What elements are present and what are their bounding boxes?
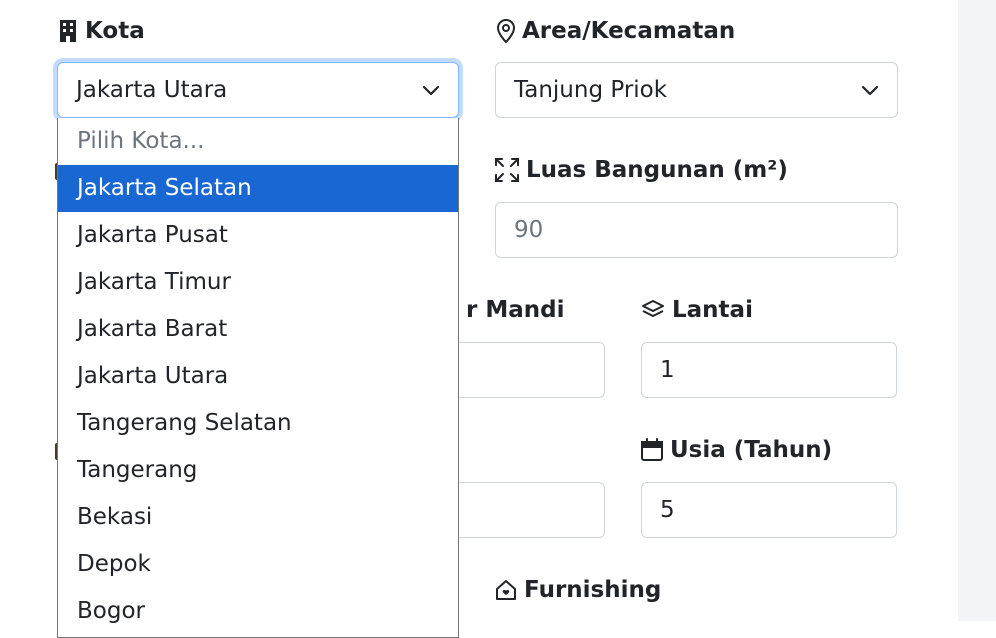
layers-icon [640,298,666,322]
chevron-down-icon [422,77,440,103]
kota-label: Kota [57,18,145,44]
area-select[interactable]: Tanjung Priok [495,62,898,118]
kamar-mandi-label: r Mandi [466,297,564,323]
kota-option[interactable]: Jakarta Pusat [58,212,458,259]
map-pin-icon [496,18,516,44]
lantai-value: 1 [660,357,675,383]
kota-option[interactable]: Tangerang [58,447,458,494]
usia-value: 5 [660,497,675,523]
expand-icon [494,157,520,183]
kota-option[interactable]: Bekasi [58,494,458,541]
usia-label-text: Usia (Tahun) [670,437,833,463]
kota-option[interactable]: Depok [58,541,458,588]
luas-bangunan-placeholder: 90 [514,217,544,243]
page-right-gutter [958,0,996,621]
area-select-value: Tanjung Priok [514,77,668,103]
lantai-input[interactable]: 1 [641,342,897,398]
kota-option[interactable]: Jakarta Barat [58,306,458,353]
calendar-icon [640,438,664,462]
kota-select-value: Jakarta Utara [76,77,228,103]
kota-option[interactable]: Jakarta Utara [58,353,458,400]
kota-select[interactable]: Jakarta Utara [57,62,459,118]
building-icon [57,19,79,43]
luas-bangunan-label: Luas Bangunan (m²) [494,157,788,183]
luas-bangunan-input[interactable]: 90 [495,202,898,258]
area-label-text: Area/Kecamatan [522,18,736,44]
chevron-down-icon [861,77,879,103]
usia-label: Usia (Tahun) [640,437,832,463]
kamar-mandi-label-text: r Mandi [466,297,565,323]
kota-dropdown-list[interactable]: Pilih Kota... Jakarta Selatan Jakarta Pu… [57,118,459,638]
kota-option[interactable]: Bogor [58,588,458,635]
area-label: Area/Kecamatan [496,18,735,44]
kota-option[interactable]: Pilih Kota... [58,118,458,165]
kota-option[interactable]: Jakarta Timur [58,259,458,306]
furnishing-label: Furnishing [494,577,661,603]
kota-option[interactable]: Tangerang Selatan [58,400,458,447]
kota-option-highlighted[interactable]: Jakarta Selatan [58,165,458,212]
lantai-label: Lantai [640,297,753,323]
furnishing-label-text: Furnishing [524,577,662,603]
usia-input[interactable]: 5 [641,482,897,538]
lantai-label-text: Lantai [672,297,753,323]
house-heart-icon [494,578,518,602]
luas-bangunan-label-text: Luas Bangunan (m²) [526,157,788,183]
kota-label-text: Kota [85,18,145,44]
